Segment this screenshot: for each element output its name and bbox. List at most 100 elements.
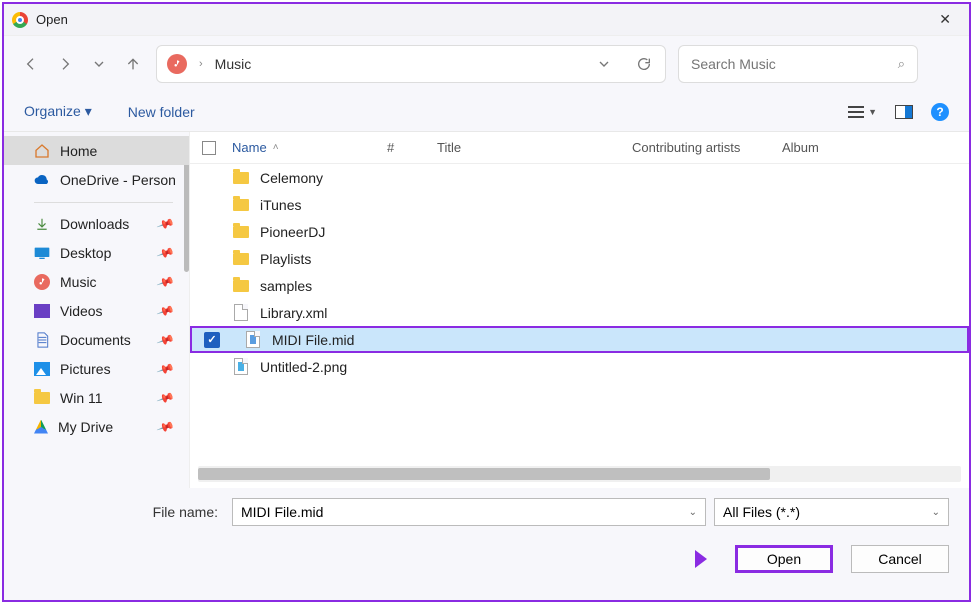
- pin-icon: 📌: [156, 301, 175, 320]
- sidebar-label: Downloads: [60, 216, 129, 232]
- address-dropdown[interactable]: [593, 53, 615, 75]
- cloud-icon: [34, 172, 50, 188]
- cancel-button[interactable]: Cancel: [851, 545, 949, 573]
- pin-icon: 📌: [156, 359, 175, 378]
- pin-icon: 📌: [156, 417, 175, 436]
- sidebar-label: My Drive: [58, 419, 113, 435]
- pin-icon: 📌: [156, 272, 175, 291]
- sidebar-item-win11[interactable]: Win 11 📌: [4, 383, 189, 412]
- help-button[interactable]: ?: [931, 103, 949, 121]
- folder-icon: [233, 199, 249, 211]
- sidebar-item-music[interactable]: Music 📌: [4, 267, 189, 296]
- download-icon: [34, 216, 50, 232]
- column-header: Name˄ # Title Contributing artists Album: [190, 132, 969, 164]
- up-button[interactable]: [122, 53, 144, 75]
- sidebar-label: Documents: [60, 332, 131, 348]
- sidebar-item-home[interactable]: Home: [4, 136, 189, 165]
- titlebar: Open ✕: [4, 4, 969, 36]
- file-row[interactable]: Untitled-2.png: [190, 353, 969, 380]
- open-dialog: Open ✕ › Music ⌕ Organize ▾ New folder ▼: [2, 2, 971, 602]
- sidebar-item-onedrive[interactable]: OneDrive - Person: [4, 165, 189, 194]
- sidebar-label: Pictures: [60, 361, 111, 377]
- sort-icon: ˄: [273, 142, 279, 153]
- refresh-button[interactable]: [633, 53, 655, 75]
- image-file-icon: [234, 358, 248, 375]
- new-folder-button[interactable]: New folder: [128, 104, 195, 120]
- file-row-selected[interactable]: MIDI File.mid: [190, 326, 969, 353]
- folder-icon: [233, 226, 249, 238]
- preview-pane-button[interactable]: [895, 105, 913, 119]
- organize-menu[interactable]: Organize ▾: [24, 103, 92, 120]
- search-input[interactable]: [691, 56, 898, 72]
- folder-icon: [233, 280, 249, 292]
- filename-input[interactable]: MIDI File.mid ⌄: [232, 498, 706, 526]
- toolbar: Organize ▾ New folder ▼ ?: [4, 92, 969, 132]
- window-title: Open: [36, 12, 929, 27]
- folder-icon: [34, 392, 50, 404]
- footer: File name: MIDI File.mid ⌄ All Files (*.…: [4, 488, 969, 600]
- forward-button[interactable]: [54, 53, 76, 75]
- chevron-down-icon[interactable]: ⌄: [689, 507, 697, 518]
- close-button[interactable]: ✕: [929, 7, 961, 32]
- file-row[interactable]: Celemony: [190, 164, 969, 191]
- select-all-checkbox[interactable]: [202, 141, 216, 155]
- search-box[interactable]: ⌕: [678, 45, 918, 83]
- sidebar: Home OneDrive - Person Downloads 📌 Deskt…: [4, 132, 189, 488]
- pin-icon: 📌: [156, 243, 175, 262]
- sidebar-separator: [34, 202, 173, 203]
- sidebar-label: Videos: [60, 303, 103, 319]
- breadcrumb-sep: ›: [199, 58, 203, 70]
- folder-icon: [233, 253, 249, 265]
- pictures-icon: [34, 362, 50, 376]
- desktop-icon: [34, 245, 50, 261]
- home-icon: [34, 143, 50, 159]
- pin-icon: 📌: [156, 388, 175, 407]
- back-button[interactable]: [20, 53, 42, 75]
- midi-file-icon: [246, 331, 260, 348]
- chrome-icon: [12, 12, 28, 28]
- filter-select[interactable]: All Files (*.*) ⌄: [714, 498, 949, 526]
- videos-icon: [34, 304, 50, 318]
- open-button[interactable]: Open: [735, 545, 833, 573]
- file-row[interactable]: Library.xml: [190, 299, 969, 326]
- col-album[interactable]: Album: [782, 140, 969, 155]
- pin-icon: 📌: [156, 214, 175, 233]
- view-mode-button[interactable]: ▼: [848, 106, 877, 118]
- horizontal-scrollbar[interactable]: [198, 466, 961, 482]
- col-title[interactable]: Title: [437, 140, 632, 155]
- music-icon: [167, 54, 187, 74]
- file-icon: [234, 304, 248, 321]
- recent-dropdown[interactable]: [88, 53, 110, 75]
- sidebar-item-documents[interactable]: Documents 📌: [4, 325, 189, 354]
- chevron-down-icon[interactable]: ⌄: [932, 507, 940, 518]
- sidebar-item-desktop[interactable]: Desktop 📌: [4, 238, 189, 267]
- checkbox-checked-icon[interactable]: [204, 332, 220, 348]
- file-row[interactable]: PioneerDJ: [190, 218, 969, 245]
- sidebar-label: Win 11: [60, 390, 103, 406]
- sidebar-label: OneDrive - Person: [60, 172, 176, 188]
- gdrive-icon: [34, 420, 48, 434]
- file-row[interactable]: iTunes: [190, 191, 969, 218]
- file-row[interactable]: Playlists: [190, 245, 969, 272]
- nav-row: › Music ⌕: [4, 36, 969, 92]
- file-row[interactable]: samples: [190, 272, 969, 299]
- address-bar[interactable]: › Music: [156, 45, 666, 83]
- filename-label: File name:: [24, 504, 224, 520]
- col-artists[interactable]: Contributing artists: [632, 140, 782, 155]
- sidebar-item-mydrive[interactable]: My Drive 📌: [4, 412, 189, 441]
- breadcrumb-location[interactable]: Music: [215, 56, 252, 72]
- col-track[interactable]: #: [387, 140, 437, 155]
- annotation-arrow-icon: [647, 538, 717, 580]
- col-name[interactable]: Name˄: [232, 140, 387, 155]
- documents-icon: [34, 332, 50, 348]
- folder-icon: [233, 172, 249, 184]
- sidebar-item-videos[interactable]: Videos 📌: [4, 296, 189, 325]
- sidebar-item-downloads[interactable]: Downloads 📌: [4, 209, 189, 238]
- search-icon[interactable]: ⌕: [898, 56, 905, 72]
- sidebar-label: Music: [60, 274, 97, 290]
- sidebar-label: Desktop: [60, 245, 111, 261]
- music-icon: [34, 274, 50, 290]
- file-list: Celemony iTunes PioneerDJ Playlists samp…: [190, 164, 969, 466]
- pin-icon: 📌: [156, 330, 175, 349]
- sidebar-item-pictures[interactable]: Pictures 📌: [4, 354, 189, 383]
